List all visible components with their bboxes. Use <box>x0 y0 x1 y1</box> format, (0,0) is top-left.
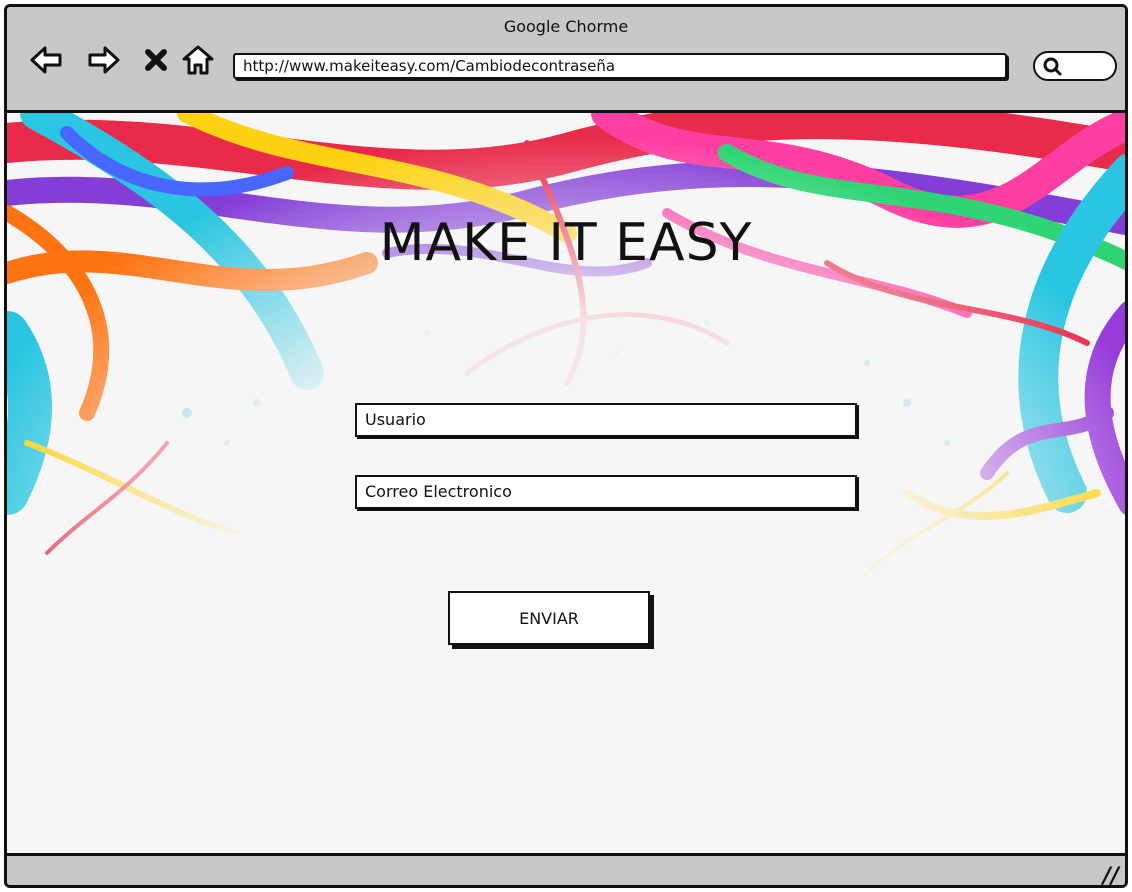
browser-toolbar: Google Chorme http://www.makeiteasy.com/… <box>7 7 1125 113</box>
url-bar[interactable]: http://www.makeiteasy.com/Cambiodecontra… <box>233 53 1007 79</box>
search-button[interactable] <box>1033 51 1117 81</box>
browser-window: Google Chorme http://www.makeiteasy.com/… <box>4 4 1128 888</box>
arrow-left-icon <box>30 46 62 74</box>
back-button[interactable] <box>29 43 63 77</box>
submit-button[interactable]: ENVIAR <box>448 591 650 645</box>
close-icon <box>145 49 167 71</box>
resize-grip-icon[interactable]: // <box>1103 864 1119 885</box>
stop-button[interactable] <box>139 43 173 77</box>
page-title: MAKE IT EASY <box>379 213 753 273</box>
email-field[interactable]: Correo Electronico <box>355 475 857 509</box>
status-bar: // <box>7 853 1125 885</box>
search-icon <box>1043 57 1062 76</box>
username-field[interactable]: Usuario <box>355 403 857 437</box>
forward-button[interactable] <box>87 43 121 77</box>
window-title: Google Chorme <box>503 17 629 36</box>
home-button[interactable] <box>181 43 215 77</box>
arrow-right-icon <box>88 46 120 74</box>
home-icon <box>182 45 214 75</box>
page-content: MAKE IT EASY Usuario Correo Electronico … <box>7 113 1125 853</box>
